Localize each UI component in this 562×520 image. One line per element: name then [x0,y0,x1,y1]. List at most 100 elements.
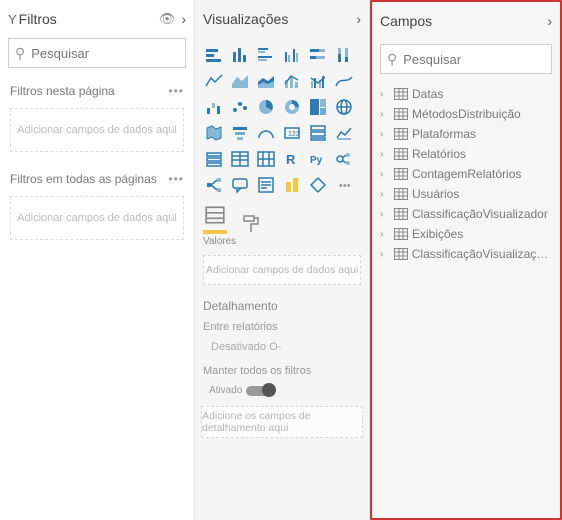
filters-section-page-head: Filtros nesta página ••• [0,78,194,104]
table-icon [394,148,408,160]
more-icon[interactable]: ••• [168,84,184,98]
viz-line-col-icon[interactable] [281,70,303,92]
dropzone-label: Adicionar campos de dados aqui [206,264,358,276]
svg-text:•••: ••• [339,180,351,192]
viz-kpi-icon[interactable] [333,122,355,144]
drill-header: Detalhamento [203,299,361,313]
fields-highlight-box: Campos › ⚲ ›Datas›MétodosDistribuição›Pl… [370,0,562,520]
viz-store-icon[interactable]: ••• [333,174,355,196]
more-icon[interactable]: ••• [168,172,184,186]
field-table-label: ClassificaçãoVisualizador [412,207,548,221]
viz-body: 123 R Py ••• [195,38,369,520]
viz-header: Visualizações › [195,0,369,38]
viz-multicard-icon[interactable] [307,122,329,144]
fields-header: Campos › [372,2,560,40]
viz-funnel-icon[interactable] [229,122,251,144]
viz-stacked-bar-icon[interactable] [203,44,225,66]
viz-area-icon[interactable] [229,70,251,92]
keep-filters-toggle[interactable]: Ativado [209,385,361,396]
svg-text:123: 123 [288,131,300,138]
table-icon [394,228,408,240]
field-table-row[interactable]: ›ClassificaçãoVisualizador [376,204,556,224]
chevron-right-icon: › [380,249,390,260]
viz-icon-grid: 123 R Py ••• [203,44,361,196]
viz-100-column-icon[interactable] [333,44,355,66]
viz-card-icon[interactable]: 123 [281,122,303,144]
root: Y Filtros 👁 › ⚲ Filtros nesta página •••… [0,0,562,520]
viz-py-icon[interactable]: Py [307,148,329,170]
viz-100-bar-icon[interactable] [307,44,329,66]
field-table-row[interactable]: ›ContagemRelatórios [376,164,556,184]
field-table-row[interactable]: ›Exibições [376,224,556,244]
viz-decomposition-icon[interactable] [203,174,225,196]
viz-paginated-icon[interactable] [281,174,303,196]
fields-title: Campos [380,13,547,29]
filters-search[interactable]: ⚲ [8,38,186,68]
viz-clustered-column-icon[interactable] [281,44,303,66]
table-icon [394,208,408,220]
dropzone-label: Adicionar campos de dados aqui [17,124,177,136]
viz-line-icon[interactable] [203,70,225,92]
viz-table-icon[interactable] [229,148,251,170]
filters-title: Filtros [19,11,159,27]
viz-scatter-icon[interactable] [229,96,251,118]
viz-stacked-area-icon[interactable] [255,70,277,92]
table-icon [394,168,408,180]
fields-search-input[interactable] [403,52,562,67]
values-well[interactable] [203,204,227,234]
viz-powerapps-icon[interactable] [307,174,329,196]
filters-all-dropzone[interactable]: Adicionar campos de dados aqui [10,196,184,240]
field-table-row[interactable]: ›Plataformas [376,124,556,144]
viz-r-icon[interactable]: R [281,148,303,170]
field-table-row[interactable]: ›Relatórios [376,144,556,164]
filters-collapse-chevron[interactable]: › [181,11,186,27]
fields-collapse-chevron[interactable]: › [547,13,552,29]
viz-qa-icon[interactable] [229,174,251,196]
chevron-right-icon: › [380,129,390,140]
filters-page-dropzone[interactable]: Adicionar campos de dados aqui [10,108,184,152]
viz-collapse-chevron[interactable]: › [356,11,361,27]
viz-values-dropzone[interactable]: Adicionar campos de dados aqui [203,255,361,285]
viz-donut-icon[interactable] [281,96,303,118]
cross-report-toggle[interactable]: Desativado O- [211,341,361,353]
viz-filled-map-icon[interactable] [203,122,225,144]
viz-gauge-icon[interactable] [255,122,277,144]
field-table-row[interactable]: ›Usuários [376,184,556,204]
field-table-row[interactable]: ›Datas [376,84,556,104]
viz-treemap-icon[interactable] [307,96,329,118]
eye-icon[interactable]: 👁 [159,11,176,27]
viz-clustered-bar-icon[interactable] [255,44,277,66]
filters-search-input[interactable] [31,46,207,61]
dropzone-label: Adicionar campos de dados aqui [17,212,177,224]
drillthrough-section: Detalhamento Entre relatórios Desativado… [203,299,361,438]
fields-search[interactable]: ⚲ [380,44,552,74]
values-label: Valores [203,236,361,247]
viz-narrative-icon[interactable] [255,174,277,196]
field-table-row[interactable]: ›ClassificaçãoVisualizações [376,244,556,264]
viz-ribbon-icon[interactable] [333,70,355,92]
search-icon: ⚲ [387,51,397,68]
table-icon [394,188,408,200]
filters-panel: Y Filtros 👁 › ⚲ Filtros nesta página •••… [0,0,195,520]
table-icon [394,88,408,100]
viz-pie-icon[interactable] [255,96,277,118]
viz-stacked-column-icon[interactable] [229,44,251,66]
viz-waterfall-icon[interactable] [203,96,225,118]
svg-text:R: R [286,152,296,167]
search-icon: ⚲ [15,45,25,62]
viz-map-icon[interactable] [333,96,355,118]
viz-matrix-icon[interactable] [255,148,277,170]
dropzone-label: Adicione os campos de detalhamento aqui [202,410,362,434]
viz-line-clcol-icon[interactable] [307,70,329,92]
keep-filters-label: Manter todos os filtros [203,365,361,377]
drill-dropzone[interactable]: Adicione os campos de detalhamento aqui [201,406,363,438]
viz-key-influencers-icon[interactable] [333,148,355,170]
fields-table-list: ›Datas›MétodosDistribuição›Plataformas›R… [372,82,560,266]
field-table-row[interactable]: ›MétodosDistribuição [376,104,556,124]
svg-text:Py: Py [310,155,323,166]
viz-slicer-icon[interactable] [203,148,225,170]
chevron-right-icon: › [380,189,390,200]
filter-icon: Y [8,12,17,27]
chevron-right-icon: › [380,169,390,180]
format-well[interactable] [241,214,261,234]
